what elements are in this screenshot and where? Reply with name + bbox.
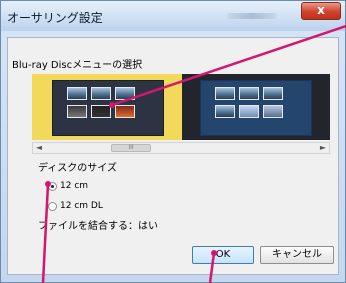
menu-thumbnail-strip [32, 74, 330, 140]
menu-thumb [215, 87, 235, 100]
disc-size-label: ディスクのサイズ [38, 163, 117, 174]
menu-preview-a [52, 80, 164, 136]
menu-thumb [239, 87, 259, 100]
menu-option[interactable] [182, 74, 330, 140]
radio-icon[interactable] [48, 182, 57, 191]
menu-thumb [67, 105, 87, 118]
close-icon: x [317, 3, 325, 17]
dialog-body: Blu-ray Discメニューの選択 ◄ III ► ディスクのサイズ 12 … [7, 37, 339, 275]
menu-thumb [67, 87, 87, 100]
combine-files-text: ファイルを結合する：はい [38, 221, 158, 232]
radio-icon[interactable] [48, 202, 57, 211]
menu-thumb [239, 105, 259, 118]
menu-section-label: Blu-ray Discメニューの選択 [12, 60, 143, 71]
menu-thumb [115, 105, 135, 118]
authoring-settings-window: オーサリング設定 x Blu-ray Discメニューの選択 ◄ III ► デ… [0, 0, 346, 283]
ok-button[interactable]: OK [192, 246, 254, 264]
menu-thumb [115, 87, 135, 100]
menu-preview-b [200, 80, 312, 136]
scroll-right-icon[interactable]: ► [317, 143, 329, 153]
title-bar-decoration [227, 13, 277, 19]
menu-option-selected[interactable] [32, 74, 182, 140]
menu-thumb [91, 105, 111, 118]
title-bar[interactable]: オーサリング設定 x [1, 1, 345, 31]
radio-12cm-dl-label: 12 cm DL [60, 201, 103, 211]
menu-scrollbar[interactable]: ◄ III ► [32, 142, 330, 154]
scroll-left-icon[interactable]: ◄ [33, 143, 45, 153]
scroll-thumb[interactable]: III [111, 144, 151, 152]
window-title: オーサリング設定 [7, 11, 103, 25]
menu-thumb [263, 87, 283, 100]
menu-thumb [91, 87, 111, 100]
radio-12cm-label: 12 cm [60, 181, 89, 191]
cancel-button[interactable]: キャンセル [260, 246, 334, 264]
close-button[interactable]: x [301, 2, 341, 20]
menu-thumb [215, 105, 235, 118]
menu-thumb [263, 105, 283, 118]
